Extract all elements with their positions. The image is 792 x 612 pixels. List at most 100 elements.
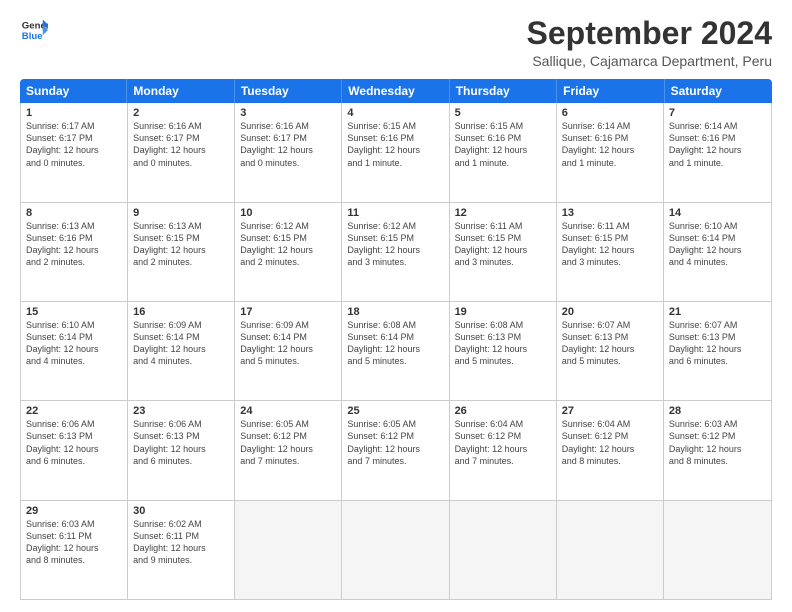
calendar-body: 1Sunrise: 6:17 AM Sunset: 6:17 PM Daylig… [20,103,772,600]
calendar-cell: 20Sunrise: 6:07 AM Sunset: 6:13 PM Dayli… [557,302,664,400]
day-number: 13 [562,207,658,219]
calendar-cell: 13Sunrise: 6:11 AM Sunset: 6:15 PM Dayli… [557,203,664,301]
calendar-cell: 27Sunrise: 6:04 AM Sunset: 6:12 PM Dayli… [557,401,664,499]
day-number: 23 [133,405,229,417]
calendar-cell: 25Sunrise: 6:05 AM Sunset: 6:12 PM Dayli… [342,401,449,499]
calendar-cell: 29Sunrise: 6:03 AM Sunset: 6:11 PM Dayli… [21,501,128,599]
day-info: Sunrise: 6:14 AM Sunset: 6:16 PM Dayligh… [669,120,766,169]
calendar-cell: 1Sunrise: 6:17 AM Sunset: 6:17 PM Daylig… [21,103,128,201]
day-info: Sunrise: 6:09 AM Sunset: 6:14 PM Dayligh… [240,319,336,368]
day-info: Sunrise: 6:06 AM Sunset: 6:13 PM Dayligh… [26,418,122,467]
day-info: Sunrise: 6:17 AM Sunset: 6:17 PM Dayligh… [26,120,122,169]
day-info: Sunrise: 6:11 AM Sunset: 6:15 PM Dayligh… [455,220,551,269]
day-number: 29 [26,505,122,517]
day-number: 9 [133,207,229,219]
calendar-cell: 22Sunrise: 6:06 AM Sunset: 6:13 PM Dayli… [21,401,128,499]
calendar-cell: 8Sunrise: 6:13 AM Sunset: 6:16 PM Daylig… [21,203,128,301]
day-info: Sunrise: 6:16 AM Sunset: 6:17 PM Dayligh… [240,120,336,169]
calendar-cell [342,501,449,599]
day-info: Sunrise: 6:03 AM Sunset: 6:12 PM Dayligh… [669,418,766,467]
day-number: 15 [26,306,122,318]
calendar-cell: 5Sunrise: 6:15 AM Sunset: 6:16 PM Daylig… [450,103,557,201]
day-info: Sunrise: 6:15 AM Sunset: 6:16 PM Dayligh… [347,120,443,169]
day-number: 22 [26,405,122,417]
calendar-cell: 9Sunrise: 6:13 AM Sunset: 6:15 PM Daylig… [128,203,235,301]
calendar-cell: 19Sunrise: 6:08 AM Sunset: 6:13 PM Dayli… [450,302,557,400]
calendar-cell: 14Sunrise: 6:10 AM Sunset: 6:14 PM Dayli… [664,203,771,301]
day-info: Sunrise: 6:06 AM Sunset: 6:13 PM Dayligh… [133,418,229,467]
header-day-sunday: Sunday [20,79,127,103]
svg-text:Blue: Blue [22,31,43,42]
day-info: Sunrise: 6:08 AM Sunset: 6:13 PM Dayligh… [455,319,551,368]
calendar-cell: 21Sunrise: 6:07 AM Sunset: 6:13 PM Dayli… [664,302,771,400]
month-title: September 2024 [527,16,772,51]
calendar-cell: 3Sunrise: 6:16 AM Sunset: 6:17 PM Daylig… [235,103,342,201]
calendar-cell [235,501,342,599]
day-info: Sunrise: 6:04 AM Sunset: 6:12 PM Dayligh… [562,418,658,467]
calendar-cell [664,501,771,599]
day-number: 16 [133,306,229,318]
day-number: 3 [240,107,336,119]
calendar-cell: 18Sunrise: 6:08 AM Sunset: 6:14 PM Dayli… [342,302,449,400]
calendar-cell: 7Sunrise: 6:14 AM Sunset: 6:16 PM Daylig… [664,103,771,201]
day-info: Sunrise: 6:12 AM Sunset: 6:15 PM Dayligh… [240,220,336,269]
day-number: 21 [669,306,766,318]
day-info: Sunrise: 6:13 AM Sunset: 6:15 PM Dayligh… [133,220,229,269]
calendar-cell: 17Sunrise: 6:09 AM Sunset: 6:14 PM Dayli… [235,302,342,400]
day-info: Sunrise: 6:05 AM Sunset: 6:12 PM Dayligh… [347,418,443,467]
calendar-cell: 12Sunrise: 6:11 AM Sunset: 6:15 PM Dayli… [450,203,557,301]
day-number: 7 [669,107,766,119]
logo-icon: General Blue [20,16,48,44]
day-number: 19 [455,306,551,318]
header-day-thursday: Thursday [450,79,557,103]
day-number: 6 [562,107,658,119]
page: General Blue September 2024 Sallique, Ca… [0,0,792,612]
calendar-cell: 24Sunrise: 6:05 AM Sunset: 6:12 PM Dayli… [235,401,342,499]
day-number: 26 [455,405,551,417]
calendar-cell: 30Sunrise: 6:02 AM Sunset: 6:11 PM Dayli… [128,501,235,599]
day-number: 4 [347,107,443,119]
day-number: 5 [455,107,551,119]
header: General Blue September 2024 Sallique, Ca… [20,16,772,69]
calendar-cell: 10Sunrise: 6:12 AM Sunset: 6:15 PM Dayli… [235,203,342,301]
calendar-cell: 26Sunrise: 6:04 AM Sunset: 6:12 PM Dayli… [450,401,557,499]
day-number: 1 [26,107,122,119]
calendar-cell: 15Sunrise: 6:10 AM Sunset: 6:14 PM Dayli… [21,302,128,400]
day-number: 20 [562,306,658,318]
header-day-wednesday: Wednesday [342,79,449,103]
week-row-4: 22Sunrise: 6:06 AM Sunset: 6:13 PM Dayli… [21,401,771,500]
header-day-saturday: Saturday [665,79,772,103]
calendar-cell [450,501,557,599]
day-number: 17 [240,306,336,318]
calendar-cell [557,501,664,599]
day-info: Sunrise: 6:05 AM Sunset: 6:12 PM Dayligh… [240,418,336,467]
day-info: Sunrise: 6:03 AM Sunset: 6:11 PM Dayligh… [26,518,122,567]
calendar-header: SundayMondayTuesdayWednesdayThursdayFrid… [20,79,772,103]
day-number: 18 [347,306,443,318]
day-info: Sunrise: 6:13 AM Sunset: 6:16 PM Dayligh… [26,220,122,269]
day-info: Sunrise: 6:12 AM Sunset: 6:15 PM Dayligh… [347,220,443,269]
day-number: 2 [133,107,229,119]
day-number: 10 [240,207,336,219]
day-info: Sunrise: 6:04 AM Sunset: 6:12 PM Dayligh… [455,418,551,467]
day-number: 24 [240,405,336,417]
week-row-3: 15Sunrise: 6:10 AM Sunset: 6:14 PM Dayli… [21,302,771,401]
week-row-1: 1Sunrise: 6:17 AM Sunset: 6:17 PM Daylig… [21,103,771,202]
day-info: Sunrise: 6:15 AM Sunset: 6:16 PM Dayligh… [455,120,551,169]
calendar-cell: 2Sunrise: 6:16 AM Sunset: 6:17 PM Daylig… [128,103,235,201]
week-row-5: 29Sunrise: 6:03 AM Sunset: 6:11 PM Dayli… [21,501,771,599]
day-number: 8 [26,207,122,219]
day-info: Sunrise: 6:02 AM Sunset: 6:11 PM Dayligh… [133,518,229,567]
header-day-friday: Friday [557,79,664,103]
day-info: Sunrise: 6:07 AM Sunset: 6:13 PM Dayligh… [669,319,766,368]
calendar-cell: 6Sunrise: 6:14 AM Sunset: 6:16 PM Daylig… [557,103,664,201]
week-row-2: 8Sunrise: 6:13 AM Sunset: 6:16 PM Daylig… [21,203,771,302]
calendar-cell: 11Sunrise: 6:12 AM Sunset: 6:15 PM Dayli… [342,203,449,301]
calendar: SundayMondayTuesdayWednesdayThursdayFrid… [20,79,772,600]
day-info: Sunrise: 6:09 AM Sunset: 6:14 PM Dayligh… [133,319,229,368]
header-day-tuesday: Tuesday [235,79,342,103]
day-info: Sunrise: 6:11 AM Sunset: 6:15 PM Dayligh… [562,220,658,269]
day-info: Sunrise: 6:14 AM Sunset: 6:16 PM Dayligh… [562,120,658,169]
day-number: 12 [455,207,551,219]
calendar-cell: 28Sunrise: 6:03 AM Sunset: 6:12 PM Dayli… [664,401,771,499]
